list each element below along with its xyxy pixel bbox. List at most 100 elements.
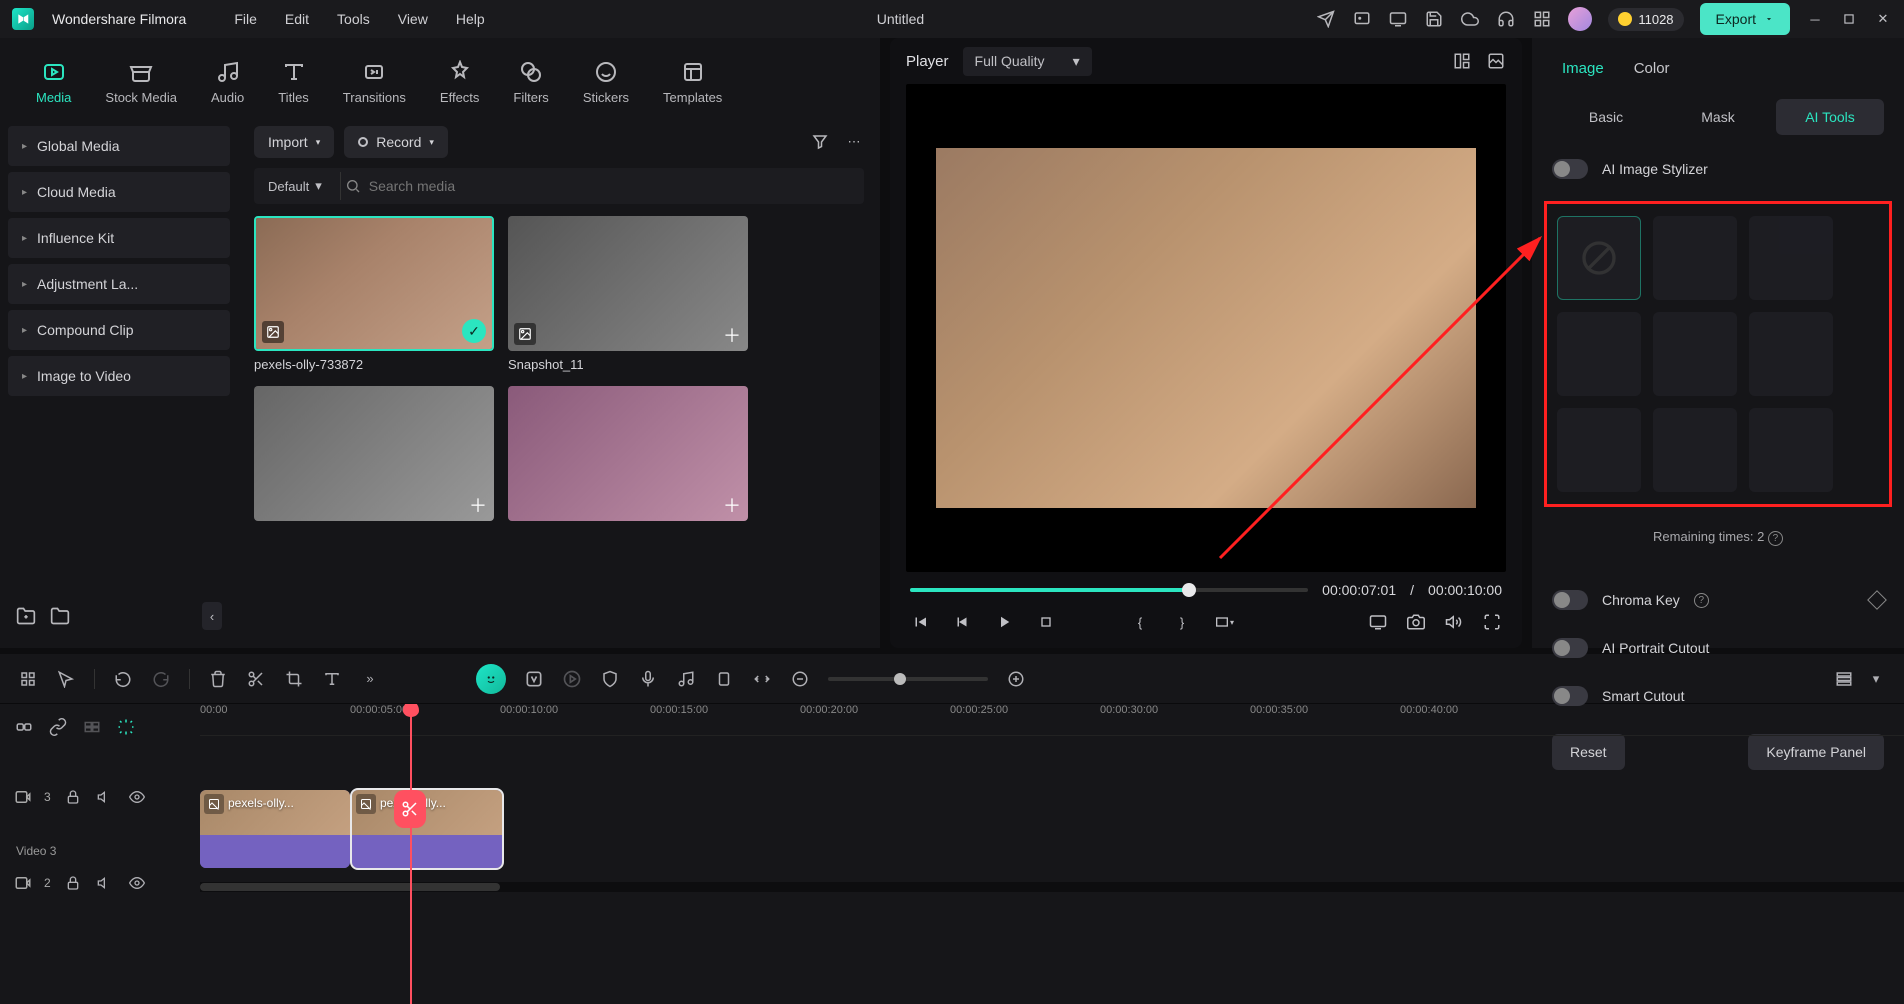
- stop-icon[interactable]: [1036, 612, 1056, 632]
- ruler[interactable]: 00:00 00:00:05:00 00:00:10:00 00:00:15:0…: [200, 704, 1904, 736]
- sort-dropdown[interactable]: Default▾: [264, 172, 326, 200]
- media-item[interactable]: ＋: [254, 386, 494, 521]
- chain-icon[interactable]: [48, 717, 68, 737]
- folder-icon[interactable]: [50, 606, 70, 626]
- style-preset[interactable]: [1653, 408, 1737, 492]
- tab-media[interactable]: Media: [36, 60, 71, 105]
- ai-portrait-cutout-toggle[interactable]: [1552, 638, 1588, 658]
- style-preset[interactable]: [1653, 216, 1737, 300]
- tab-color[interactable]: Color: [1634, 60, 1670, 87]
- timeline-scrollbar[interactable]: [200, 882, 1904, 892]
- fullscreen-icon[interactable]: [1482, 612, 1502, 632]
- style-preset[interactable]: [1749, 216, 1833, 300]
- add-icon[interactable]: ＋: [722, 495, 742, 515]
- scrubber[interactable]: [910, 588, 1308, 592]
- undo-icon[interactable]: [113, 669, 133, 689]
- mark-out-icon[interactable]: }: [1172, 612, 1192, 632]
- pointer-icon[interactable]: [56, 669, 76, 689]
- headphones-icon[interactable]: [1496, 9, 1516, 29]
- chroma-key-toggle[interactable]: [1552, 590, 1588, 610]
- music-icon[interactable]: [676, 669, 696, 689]
- filter-icon[interactable]: [810, 132, 830, 152]
- style-preset[interactable]: [1749, 408, 1833, 492]
- tab-audio[interactable]: Audio: [211, 60, 244, 105]
- media-item[interactable]: ＋ Snapshot_11: [508, 216, 748, 372]
- style-preset[interactable]: [1557, 408, 1641, 492]
- step-back-icon[interactable]: [952, 612, 972, 632]
- mute-icon[interactable]: [95, 873, 115, 893]
- style-none[interactable]: [1557, 216, 1641, 300]
- fit-icon[interactable]: [752, 669, 772, 689]
- menu-help[interactable]: Help: [456, 11, 485, 27]
- avatar[interactable]: [1568, 7, 1592, 31]
- tab-stock-media[interactable]: Stock Media: [105, 60, 177, 105]
- group-icon[interactable]: [82, 717, 102, 737]
- delete-icon[interactable]: [208, 669, 228, 689]
- lock-icon[interactable]: [63, 873, 83, 893]
- app1-icon[interactable]: [1352, 9, 1372, 29]
- tab-transitions[interactable]: Transitions: [343, 60, 406, 105]
- apps-icon[interactable]: [1532, 9, 1552, 29]
- lock-icon[interactable]: [63, 787, 83, 807]
- crop-icon[interactable]: [284, 669, 304, 689]
- screen-icon[interactable]: [1388, 9, 1408, 29]
- menu-view[interactable]: View: [398, 11, 428, 27]
- marker-icon[interactable]: [714, 669, 734, 689]
- sidebar-item-cloud-media[interactable]: Cloud Media: [8, 172, 230, 212]
- overflow-icon[interactable]: »: [360, 669, 380, 689]
- export-button[interactable]: Export: [1700, 3, 1790, 35]
- visibility-icon[interactable]: [127, 787, 147, 807]
- volume-icon[interactable]: [1444, 612, 1464, 632]
- picture-icon[interactable]: [1486, 51, 1506, 71]
- help-icon[interactable]: ?: [1768, 531, 1783, 546]
- search-input[interactable]: [369, 178, 550, 194]
- shield-icon[interactable]: [600, 669, 620, 689]
- subtab-ai-tools[interactable]: AI Tools: [1776, 99, 1884, 135]
- redo-icon[interactable]: [151, 669, 171, 689]
- subtab-basic[interactable]: Basic: [1552, 99, 1660, 135]
- timeline-tracks[interactable]: 00:00 00:00:05:00 00:00:10:00 00:00:15:0…: [200, 704, 1904, 1004]
- split-marker-icon[interactable]: [394, 790, 426, 828]
- smart-cutout-toggle[interactable]: [1552, 686, 1588, 706]
- zoom-in-icon[interactable]: [1006, 669, 1026, 689]
- add-icon[interactable]: ＋: [468, 495, 488, 515]
- sidebar-item-global-media[interactable]: Global Media: [8, 126, 230, 166]
- zoom-slider[interactable]: [828, 677, 988, 681]
- tab-image[interactable]: Image: [1562, 60, 1604, 87]
- sidebar-item-adjustment-layer[interactable]: Adjustment La...: [8, 264, 230, 304]
- play-icon[interactable]: [994, 612, 1014, 632]
- prev-frame-icon[interactable]: [910, 612, 930, 632]
- tab-titles[interactable]: Titles: [278, 60, 309, 105]
- track-view-icon[interactable]: [1834, 669, 1854, 689]
- timeline-clip[interactable]: pexels-olly...: [352, 790, 502, 868]
- keyframe-icon[interactable]: [1867, 590, 1887, 610]
- menu-tools[interactable]: Tools: [337, 11, 370, 27]
- ratio-dropdown[interactable]: ▾: [1214, 612, 1234, 632]
- close-icon[interactable]: ✕: [1874, 11, 1892, 27]
- menu-edit[interactable]: Edit: [285, 11, 309, 27]
- minimize-icon[interactable]: ─: [1806, 12, 1824, 27]
- magnet-icon[interactable]: [18, 669, 38, 689]
- tab-stickers[interactable]: Stickers: [583, 60, 629, 105]
- ai-tool-icon[interactable]: [524, 669, 544, 689]
- text-icon[interactable]: [322, 669, 342, 689]
- media-item[interactable]: ✓ pexels-olly-733872: [254, 216, 494, 372]
- quality-dropdown[interactable]: Full Quality▾: [963, 47, 1092, 76]
- import-button[interactable]: Import▾: [254, 126, 334, 158]
- style-preset[interactable]: [1749, 312, 1833, 396]
- ai-assistant-button[interactable]: [476, 664, 506, 694]
- sidebar-item-influence-kit[interactable]: Influence Kit: [8, 218, 230, 258]
- folder-add-icon[interactable]: [16, 606, 36, 626]
- maximize-icon[interactable]: [1840, 12, 1858, 26]
- record-button[interactable]: Record▾: [344, 126, 448, 158]
- mic-icon[interactable]: [638, 669, 658, 689]
- split-icon[interactable]: [246, 669, 266, 689]
- collapse-sidebar-button[interactable]: ‹: [202, 602, 222, 630]
- visibility-icon[interactable]: [127, 873, 147, 893]
- sync-icon[interactable]: [116, 717, 136, 737]
- more-icon[interactable]: ⋯: [844, 132, 864, 152]
- track-options-icon[interactable]: ▾: [1866, 669, 1886, 689]
- link-icon[interactable]: [14, 717, 34, 737]
- send-icon[interactable]: [1316, 9, 1336, 29]
- tab-filters[interactable]: Filters: [513, 60, 548, 105]
